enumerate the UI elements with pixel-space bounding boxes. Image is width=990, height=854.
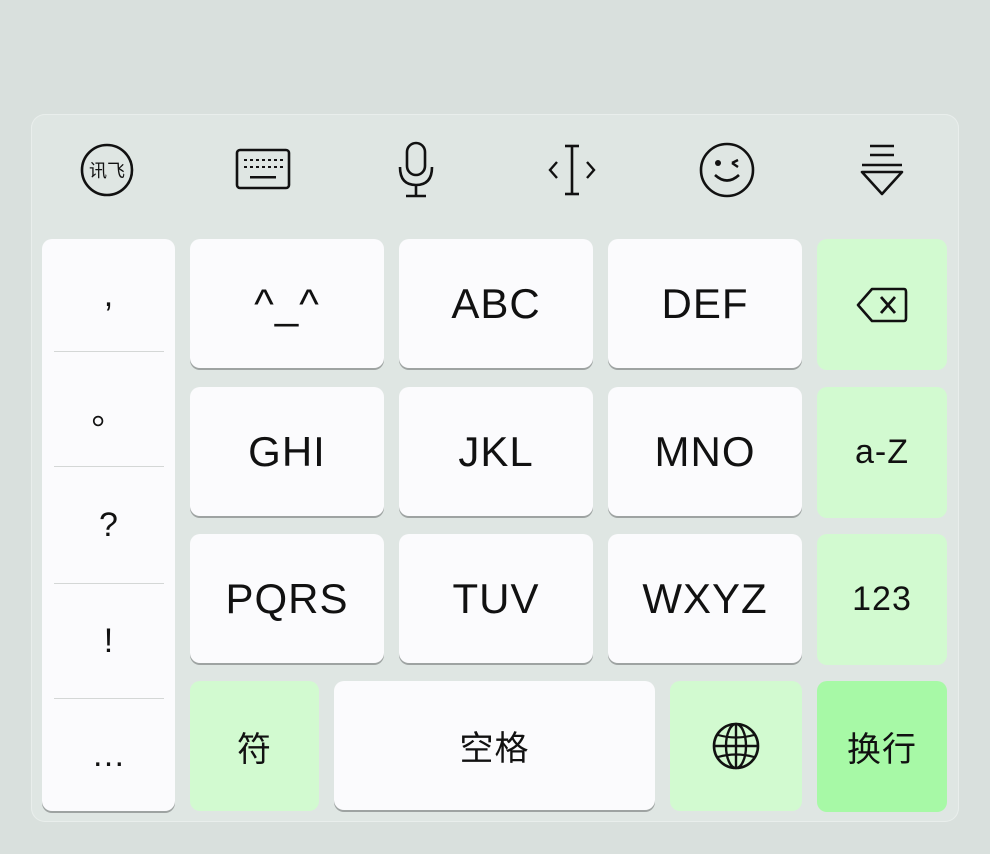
key-ghi[interactable]: GHI	[190, 387, 384, 516]
space-button[interactable]: 空格	[334, 681, 655, 810]
ifly-logo-text: 讯飞	[89, 161, 125, 182]
punctuation-column: , 。 ? ! …	[42, 239, 175, 811]
ifly-logo-icon[interactable]: 讯飞	[75, 138, 139, 202]
language-button[interactable]	[670, 681, 802, 811]
microphone-icon[interactable]	[384, 138, 448, 202]
key-pqrs[interactable]: PQRS	[190, 534, 384, 663]
punct-question[interactable]: ?	[42, 467, 175, 583]
key-mno[interactable]: MNO	[608, 387, 802, 516]
case-toggle-button[interactable]: a-Z	[817, 387, 947, 518]
keyboard-icon[interactable]	[231, 138, 295, 202]
key-jkl[interactable]: JKL	[399, 387, 593, 516]
cursor-move-icon[interactable]	[540, 138, 604, 202]
punct-exclamation[interactable]: !	[42, 584, 175, 698]
key-tuv[interactable]: TUV	[399, 534, 593, 663]
key-def[interactable]: DEF	[608, 239, 802, 368]
punct-ellipsis[interactable]: …	[42, 699, 175, 811]
backspace-icon	[856, 287, 908, 322]
emoji-icon[interactable]	[695, 138, 759, 202]
enter-button[interactable]: 换行	[817, 681, 947, 812]
backspace-button[interactable]	[817, 239, 947, 370]
punct-period[interactable]: 。	[42, 352, 175, 466]
globe-icon	[712, 722, 760, 770]
key-emoticon[interactable]: ^_^	[190, 239, 384, 368]
key-wxyz[interactable]: WXYZ	[608, 534, 802, 663]
hide-keyboard-icon[interactable]	[850, 138, 914, 202]
numbers-button[interactable]: 123	[817, 534, 947, 665]
key-abc[interactable]: ABC	[399, 239, 593, 368]
symbols-button[interactable]: 符	[190, 681, 319, 811]
punct-comma[interactable]: ,	[42, 239, 175, 351]
